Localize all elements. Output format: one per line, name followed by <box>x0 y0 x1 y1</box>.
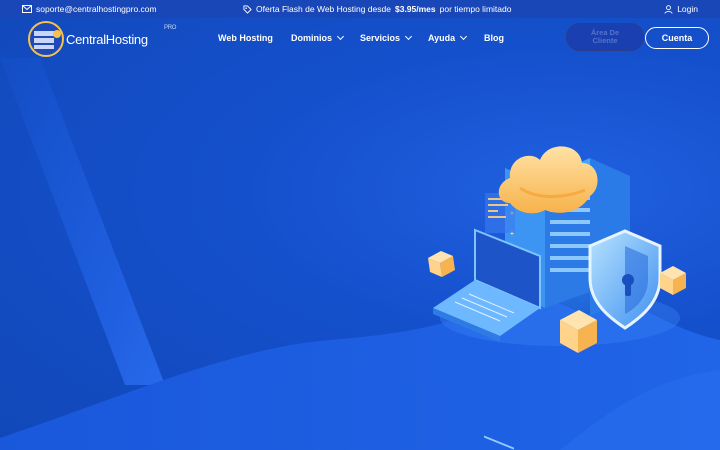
client-area-button[interactable]: Área De Cliente <box>566 23 644 51</box>
nav-servicios[interactable]: Servicios <box>360 18 413 58</box>
logo-badge: PRO <box>164 25 177 31</box>
support-email-link[interactable]: soporte@centralhostingpro.com <box>22 0 157 18</box>
promo-price: $3.95/mes <box>394 4 436 14</box>
nav-label: Ayuda <box>428 33 456 43</box>
promo-prefix: Oferta Flash de Web Hosting desde <box>256 4 391 14</box>
logo-name: CentralHosting <box>66 32 148 47</box>
nav-label: Servicios <box>360 33 401 43</box>
hero-section <box>0 18 720 450</box>
server-logo-icon <box>28 21 64 57</box>
nav-label: Dominios <box>291 33 333 43</box>
top-bar: soporte@centralhostingpro.com Oferta Fla… <box>0 0 720 18</box>
nav-ayuda[interactable]: Ayuda <box>428 18 468 58</box>
promo-banner[interactable]: Oferta Flash de Web Hosting desde $3.95/… <box>243 0 511 18</box>
support-email: soporte@centralhostingpro.com <box>36 4 157 14</box>
main-navigation: CentralHosting PRO Web Hosting Dominios … <box>0 18 720 58</box>
chevron-down-icon <box>404 32 413 41</box>
chevron-down-icon <box>460 32 468 41</box>
user-icon <box>664 4 673 14</box>
promo-suffix: por tiempo limitado <box>439 4 512 14</box>
chevron-down-icon <box>336 32 345 41</box>
hero-background <box>0 58 720 450</box>
nav-label: Blog <box>484 33 504 43</box>
login-link[interactable]: Login <box>664 0 698 18</box>
nav-web-hosting[interactable]: Web Hosting <box>218 18 273 58</box>
nav-blog[interactable]: Blog <box>484 18 504 58</box>
decorative-stripe <box>0 58 165 385</box>
login-label: Login <box>677 4 698 14</box>
nav-dominios[interactable]: Dominios <box>291 18 345 58</box>
tag-icon <box>243 4 252 14</box>
site-logo[interactable]: CentralHosting PRO <box>28 21 176 57</box>
client-area-label: Área De Cliente <box>590 28 620 45</box>
nav-label: Web Hosting <box>218 33 273 43</box>
account-button[interactable]: Cuenta <box>645 27 709 49</box>
mail-icon <box>22 5 32 13</box>
account-label: Cuenta <box>661 33 693 43</box>
logo-wordmark: CentralHosting PRO <box>66 25 176 47</box>
